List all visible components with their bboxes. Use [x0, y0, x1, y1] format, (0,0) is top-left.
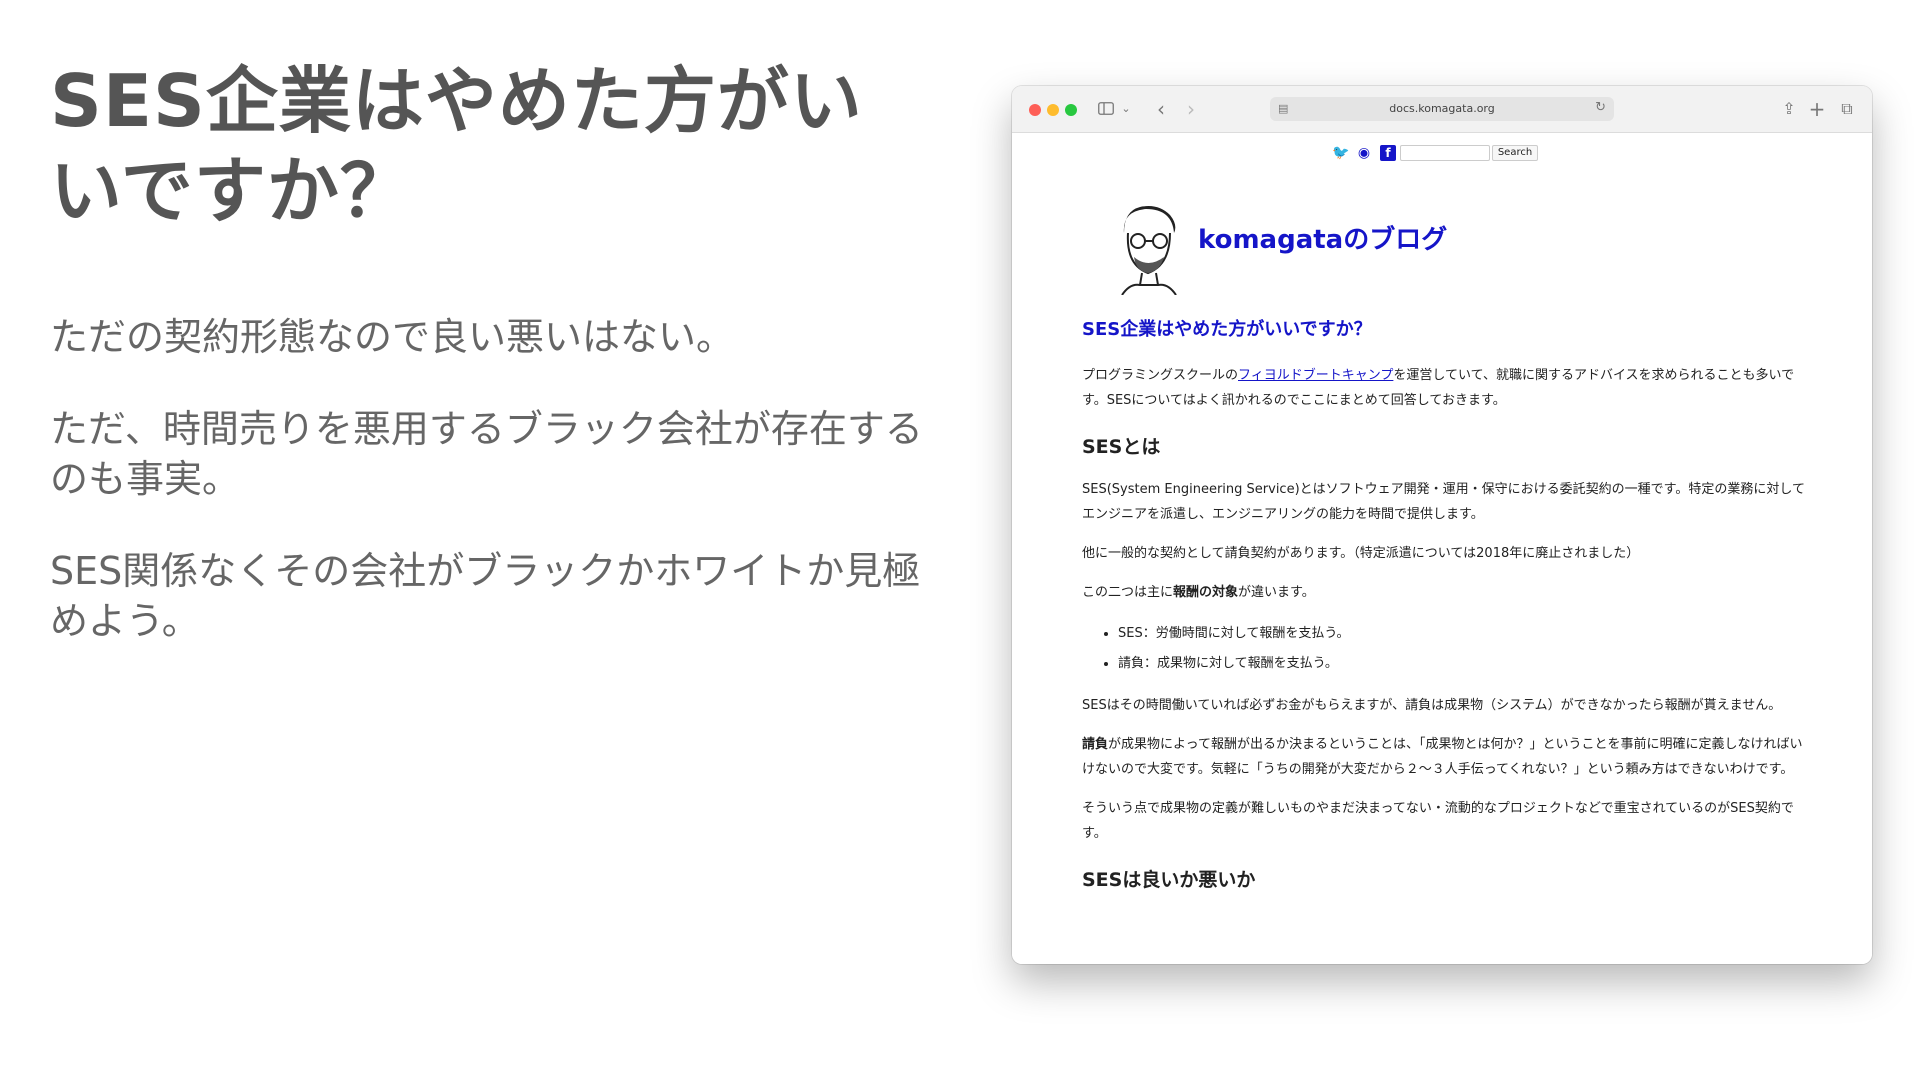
- author-avatar: [1121, 206, 1177, 295]
- point-paragraph: そういう点で成果物の定義が難しいものやまだ決まってない・流動的なプロジェクトなど…: [1082, 801, 1794, 841]
- heading-good-or-bad: SESは良いか悪いか: [1082, 869, 1256, 891]
- search-input[interactable]: [1400, 145, 1490, 161]
- blog-title[interactable]: komagataのブログ: [1198, 219, 1447, 256]
- intro-paragraph: プログラミングスクールのフィヨルドブートキャンプを運営していて、就職に関するアド…: [1082, 363, 1806, 413]
- ukeoi-bold-text: 請負: [1082, 737, 1109, 752]
- chevron-down-icon[interactable]: ⌄: [1120, 98, 1132, 120]
- other-contract-paragraph: 他に一般的な契約として請負契約があります。（特定派遣については2018年に廃止さ…: [1082, 546, 1640, 561]
- tabs-overview-icon[interactable]: ⧉: [1838, 98, 1856, 120]
- facebook-icon[interactable]: f: [1380, 145, 1396, 161]
- browser-toolbar: ⌄ ‹ › ▤ docs.komagata.org ↻ ⇪ + ⧉: [1012, 86, 1872, 133]
- article-title[interactable]: SES企業はやめた方がいいですか？: [1082, 317, 1806, 343]
- reload-icon[interactable]: ↻: [1595, 100, 1606, 115]
- slide-paragraph-3: SES関係なくその会社がブラックかホワイトか見極めよう。: [50, 549, 921, 643]
- address-bar[interactable]: ▤ docs.komagata.org ↻: [1270, 97, 1614, 121]
- forward-icon[interactable]: ›: [1182, 98, 1200, 120]
- share-icon[interactable]: ⇪: [1780, 98, 1798, 120]
- back-icon[interactable]: ‹: [1152, 98, 1170, 120]
- new-tab-icon[interactable]: +: [1808, 98, 1826, 120]
- search-button[interactable]: Search: [1492, 145, 1538, 161]
- web-page: 🐦 ◉ f Search komagataのブログ SES企業はやめた方がいいで…: [1012, 133, 1872, 964]
- intro-text-before: プログラミングスクールの: [1082, 368, 1239, 383]
- list-item: 請負：成果物に対して報酬を支払う。: [1118, 649, 1806, 679]
- ukeoi-text-after: が成果物によって報酬が出るか決まるということは、「成果物とは何か？」ということを…: [1082, 737, 1803, 777]
- difference-text-after: が違います。: [1238, 585, 1315, 600]
- twitter-icon[interactable]: 🐦: [1332, 145, 1349, 161]
- address-url: docs.komagata.org: [1389, 102, 1495, 115]
- difference-text-before: この二つは主に: [1082, 585, 1174, 600]
- article: SES企業はやめた方がいいですか？ プログラミングスクールのフィヨルドブートキャ…: [1082, 317, 1806, 910]
- difference-paragraph: この二つは主に報酬の対象が違います。: [1082, 580, 1806, 605]
- fjord-bootcamp-link[interactable]: フィヨルドブートキャンプ: [1238, 368, 1393, 383]
- sidebar-icon[interactable]: [1098, 98, 1116, 120]
- browser-window: ⌄ ‹ › ▤ docs.komagata.org ↻ ⇪ + ⧉ 🐦 ◉ f …: [1012, 86, 1872, 964]
- github-icon[interactable]: ◉: [1356, 145, 1372, 161]
- slide-paragraph-2: ただ、時間売りを悪用するブラック会社が存在するのも事実。: [50, 407, 923, 501]
- ses-definition-paragraph: SES(System Engineering Service)とはソフトウェア開…: [1082, 482, 1805, 522]
- ukeoi-paragraph: 請負が成果物によって報酬が出るか決まるということは、「成果物とは何か？」というこ…: [1082, 732, 1806, 782]
- slide-title: SES企業はやめた方がいいですか？: [50, 59, 863, 233]
- zoom-window-button[interactable]: [1065, 104, 1077, 116]
- list-item: SES：労働時間に対して報酬を支払う。: [1118, 619, 1806, 649]
- slide-body: ただの契約形態なので良い悪いはない。 ただ、時間売りを悪用するブラック会社が存在…: [50, 312, 930, 688]
- close-window-button[interactable]: [1029, 104, 1041, 116]
- slide-paragraph-1: ただの契約形態なので良い悪いはない。: [50, 315, 735, 359]
- difference-bold-text: 報酬の対象: [1173, 585, 1239, 600]
- contract-list: SES：労働時間に対して報酬を支払う。 請負：成果物に対して報酬を支払う。: [1082, 619, 1806, 679]
- minimize-window-button[interactable]: [1047, 104, 1059, 116]
- heading-what-is-ses: SESとは: [1082, 436, 1161, 458]
- ses-pay-paragraph: SESはその時間働いていれば必ずお金がもらえますが、請負は成果物（システム）がで…: [1082, 698, 1782, 713]
